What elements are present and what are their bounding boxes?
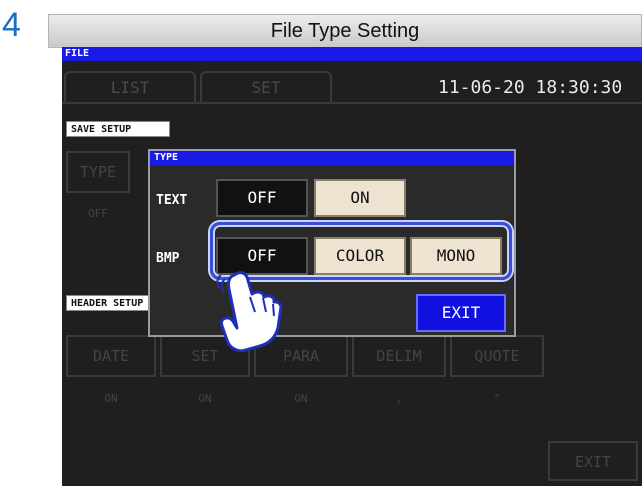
delim-button[interactable]: DELIM — [352, 335, 446, 377]
page-title: File Type Setting — [48, 14, 642, 48]
step-number: 4 — [2, 6, 21, 44]
text-off-button[interactable]: OFF — [216, 179, 308, 217]
date-button[interactable]: DATE — [66, 335, 156, 377]
type-value: OFF — [88, 207, 108, 220]
para-value: ON — [294, 392, 308, 405]
tab-set[interactable]: SET — [200, 71, 332, 103]
window-title: FILE — [62, 47, 642, 61]
dialog-title: TYPE — [150, 151, 514, 165]
save-setup-label: SAVE SETUP — [66, 121, 170, 137]
bmp-row-label: BMP — [156, 251, 180, 266]
dialog-exit-button[interactable]: EXIT — [416, 294, 506, 332]
screen-exit-button[interactable]: EXIT — [548, 441, 638, 481]
type-button[interactable]: TYPE — [66, 151, 130, 193]
tap-finger-icon — [214, 270, 284, 354]
quote-value: " — [493, 392, 501, 405]
datetime-display: 11-06-20 18:30:30 — [438, 77, 623, 98]
tab-list[interactable]: LIST — [64, 71, 196, 103]
date-value: ON — [104, 392, 118, 405]
text-on-button[interactable]: ON — [314, 179, 406, 217]
tab-divider — [62, 102, 642, 104]
quote-button[interactable]: QUOTE — [450, 335, 544, 377]
delim-value: , — [395, 392, 403, 405]
text-row-label: TEXT — [156, 193, 188, 208]
set-value: ON — [198, 392, 212, 405]
